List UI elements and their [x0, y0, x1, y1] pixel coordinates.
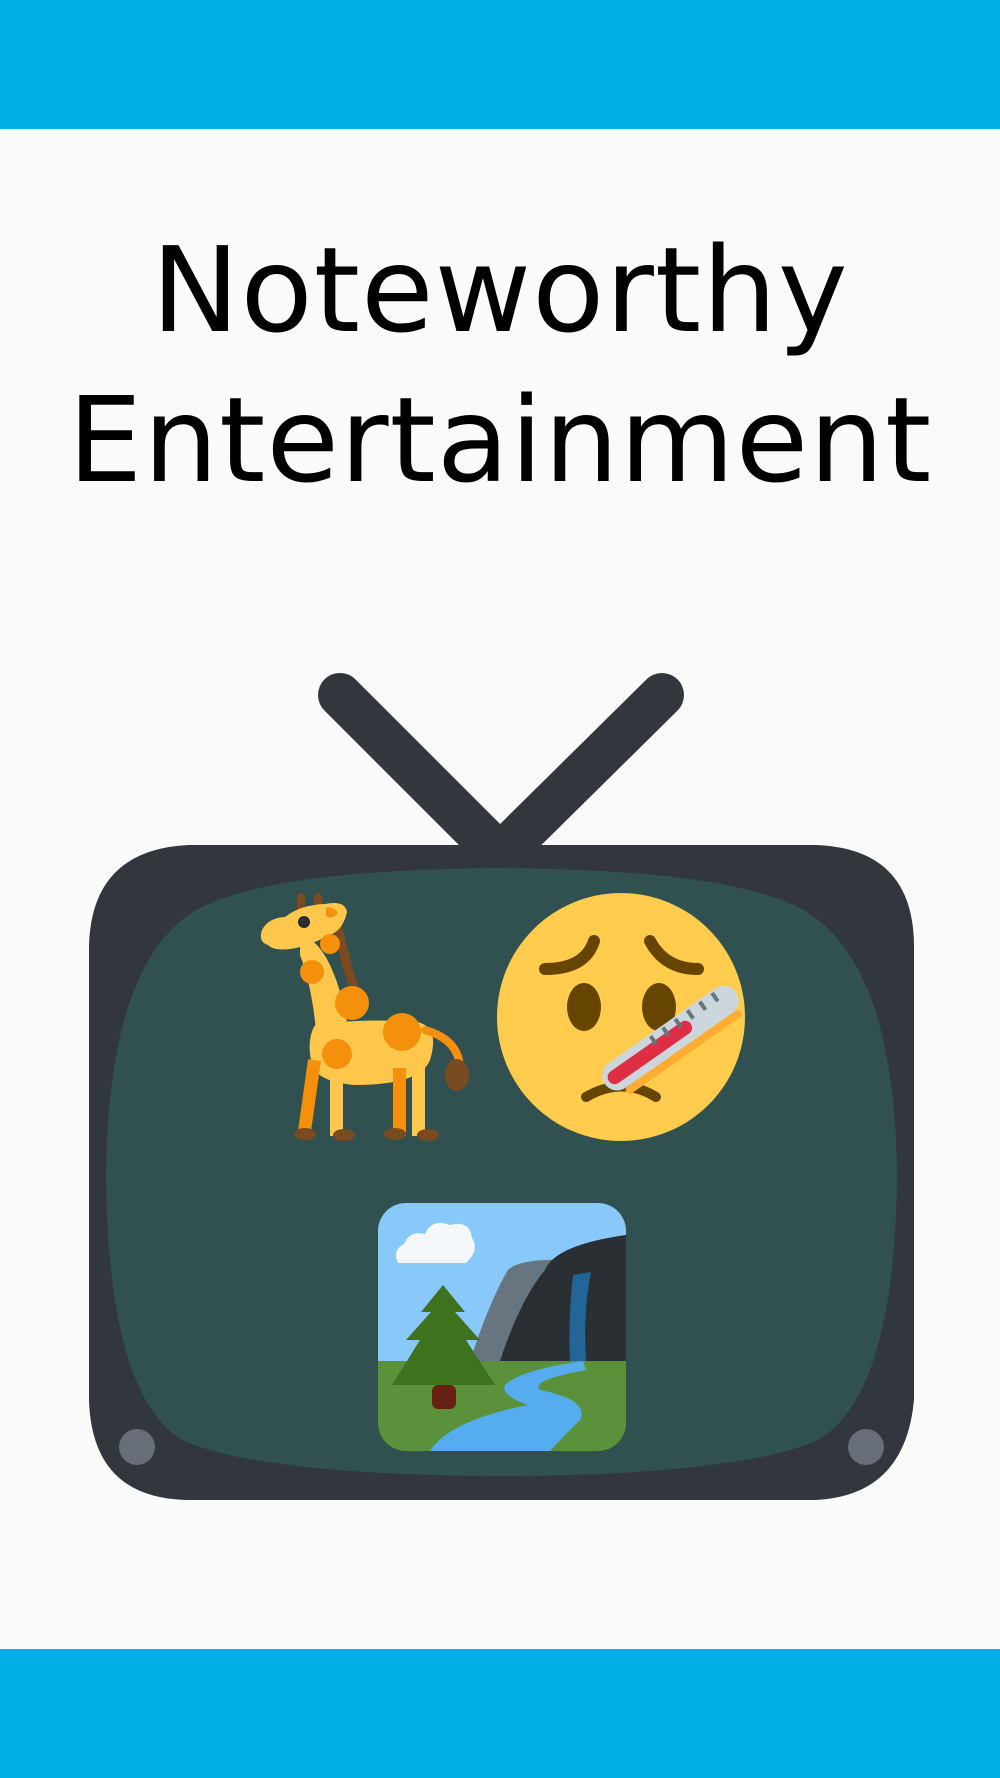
tv-antenna — [318, 673, 684, 877]
national-park-icon — [378, 1203, 626, 1451]
tv-knob-right — [848, 1429, 884, 1465]
tv-knob-left — [119, 1429, 155, 1465]
bottom-banner — [0, 1649, 1000, 1778]
television-icon — [89, 673, 914, 1500]
